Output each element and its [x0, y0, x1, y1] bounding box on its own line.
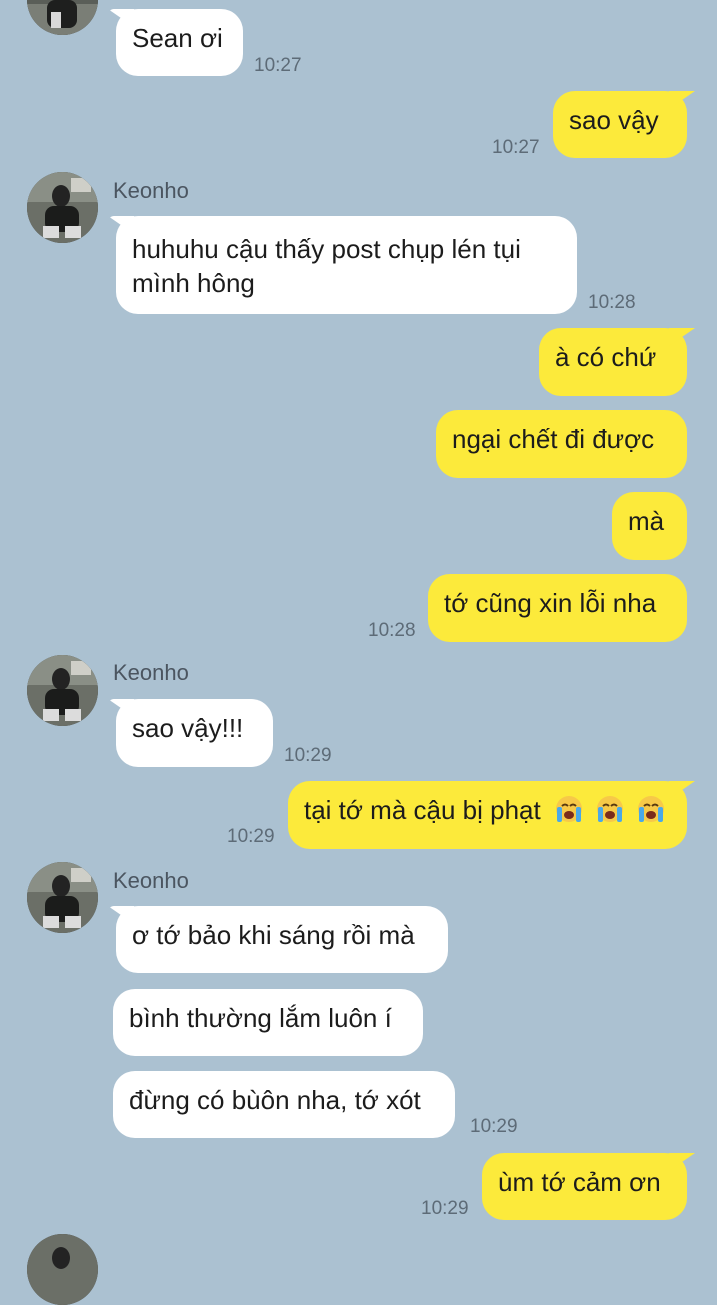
message-text: ngại chết đi được: [452, 424, 655, 454]
message-bubble-outgoing[interactable]: sao vậy: [553, 91, 687, 158]
message-bubble-outgoing[interactable]: mà: [612, 492, 687, 560]
message-time: 10:27: [492, 137, 540, 158]
avatar-photo: [27, 862, 98, 933]
message-text: ơ tớ bảo khi sáng rồi mà: [132, 920, 415, 950]
message-bubble-outgoing[interactable]: ngại chết đi được: [436, 410, 687, 478]
avatar[interactable]: [27, 862, 98, 933]
message-text: huhuhu cậu thấy post chụp lén tụi mình h…: [132, 234, 521, 298]
message-bubble-incoming[interactable]: sao vậy!!!: [116, 699, 273, 767]
message-text: đừng có bùôn nha, tớ xót: [129, 1085, 421, 1115]
message-time: 10:28: [588, 292, 636, 313]
message-text: sao vậy!!!: [132, 713, 244, 743]
message-text: bình thường lắm luôn í: [129, 1003, 392, 1033]
message-time: 10:27: [254, 55, 302, 76]
message-bubble-incoming[interactable]: đừng có bùôn nha, tớ xót: [113, 1071, 455, 1138]
message-bubble-incoming[interactable]: bình thường lắm luôn í: [113, 989, 423, 1056]
avatar-photo: [27, 172, 98, 243]
message-bubble-incoming[interactable]: ơ tớ bảo khi sáng rồi mà: [116, 906, 448, 973]
sender-name: Keonho: [113, 660, 189, 685]
avatar-photo: [27, 655, 98, 726]
message-bubble-incoming[interactable]: huhuhu cậu thấy post chụp lén tụi mình h…: [116, 216, 577, 314]
avatar[interactable]: [27, 172, 98, 243]
message-time: 10:29: [227, 826, 275, 847]
message-bubble-outgoing[interactable]: tớ cũng xin lỗi nha: [428, 574, 687, 642]
message-text: tại tớ mà cậu bị phạt: [304, 795, 541, 825]
message-text: ùm tớ cảm ơn: [498, 1167, 661, 1197]
message-text: sao vậy: [569, 105, 659, 135]
message-time: 10:29: [284, 745, 332, 766]
avatar[interactable]: [27, 655, 98, 726]
message-text: à có chứ: [555, 342, 657, 372]
message-time: 10:28: [368, 620, 416, 641]
message-time: 10:29: [470, 1116, 518, 1137]
message-text: tớ cũng xin lỗi nha: [444, 588, 657, 618]
avatar-photo: [27, 0, 98, 35]
message-bubble-outgoing[interactable]: à có chứ: [539, 328, 687, 396]
message-bubble-outgoing[interactable]: ùm tớ cảm ơn: [482, 1153, 687, 1220]
avatar[interactable]: [27, 1234, 98, 1305]
avatar-photo: [27, 1234, 98, 1305]
message-bubble-incoming[interactable]: Sean ơi: [116, 9, 243, 76]
message-text: Sean ơi: [132, 23, 223, 53]
loudly-crying-face-icon: [591, 795, 632, 825]
loudly-crying-face-icon: [632, 795, 666, 825]
sender-name: Keonho: [113, 868, 189, 893]
loudly-crying-face-icon: [550, 795, 591, 825]
avatar[interactable]: [27, 0, 98, 35]
message-bubble-outgoing[interactable]: tại tớ mà cậu bị phạt: [288, 781, 687, 849]
message-text: mà: [628, 506, 665, 536]
sender-name: Keonho: [113, 178, 189, 203]
message-time: 10:29: [421, 1198, 469, 1219]
